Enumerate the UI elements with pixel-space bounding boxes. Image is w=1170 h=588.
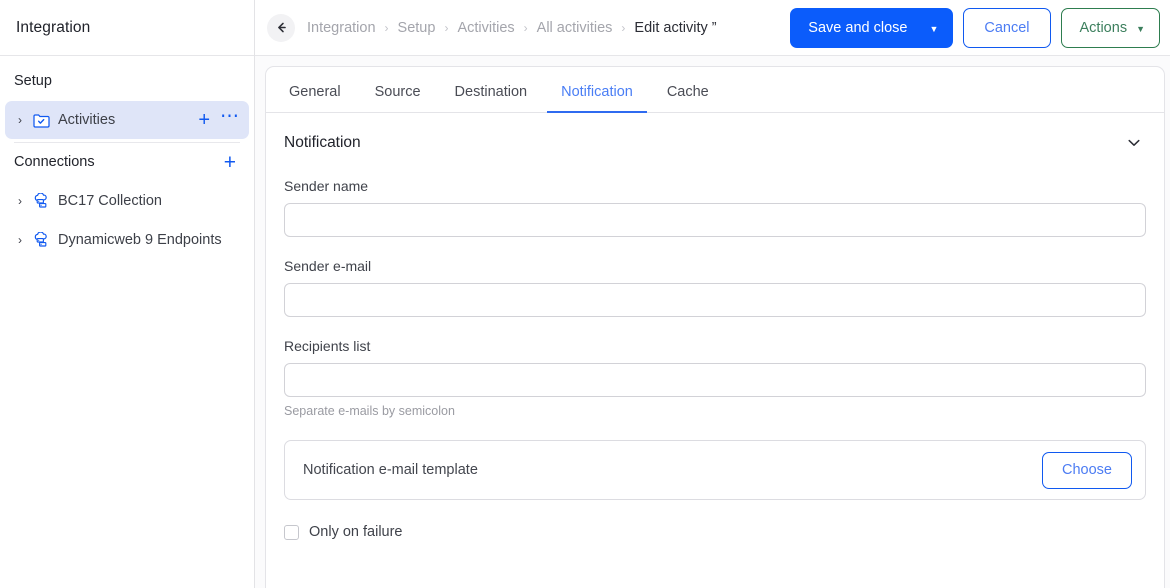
page-title: Notification [284, 134, 361, 151]
tab-general[interactable]: General [275, 84, 355, 113]
sidebar: Integration Setup › Activities + ⋯ Conne… [0, 0, 255, 588]
chevron-right-icon[interactable]: › [11, 195, 29, 207]
sender-name-label: Sender name [284, 178, 369, 194]
tab-bar: General Source Destination Notification … [266, 67, 1164, 113]
breadcrumb-item-all-activities[interactable]: All activities [537, 20, 613, 36]
actions-label: Actions [1079, 19, 1128, 36]
sidebar-section-connections: Connections + [0, 143, 254, 181]
sidebar-section-setup-label: Setup [14, 73, 52, 89]
breadcrumb-separator-icon: › [621, 20, 626, 35]
notification-template-picker: Notification e-mail template Choose [284, 440, 1146, 500]
sidebar-title: Integration [16, 18, 91, 36]
sidebar-section-connections-label: Connections [14, 154, 95, 170]
app-root: Integration Setup › Activities + ⋯ Conne… [0, 0, 1170, 588]
sidebar-item-bc17-collection-label: BC17 Collection [58, 193, 162, 209]
choose-template-button[interactable]: Choose [1042, 451, 1132, 489]
chevron-down-icon[interactable]: ▼ [907, 24, 953, 34]
save-and-close-button[interactable]: Save and close ▼ [790, 7, 954, 48]
activities-ellipsis-icon[interactable]: ⋯ [220, 107, 240, 126]
breadcrumb-separator-icon: › [384, 20, 389, 35]
top-toolbar: Integration › Setup › Activities › All a… [255, 0, 1170, 56]
save-and-close-label: Save and close [808, 19, 908, 36]
chevron-right-icon[interactable]: › [11, 234, 29, 246]
cancel-button[interactable]: Cancel [963, 7, 1051, 48]
tab-source[interactable]: Source [361, 84, 435, 113]
recipients-list-help: Separate e-mails by semicolon [284, 404, 455, 418]
sidebar-item-activities-label: Activities [58, 112, 116, 128]
notification-panel-header: Notification [284, 133, 1146, 157]
sidebar-item-dynamicweb-9-endpoints[interactable]: › Dynamicweb 9 Endpoints [5, 221, 249, 259]
recipients-list-label: Recipients list [284, 338, 371, 354]
notification-template-label: Notification e-mail template [303, 462, 478, 478]
chevron-down-icon: ▼ [1136, 23, 1145, 34]
back-button[interactable] [267, 13, 295, 42]
sidebar-section-setup: Setup [0, 62, 254, 100]
cloud-server-icon [29, 193, 53, 209]
actions-button[interactable]: Actions ▼ [1060, 7, 1160, 48]
breadcrumb-separator-icon: › [523, 20, 528, 35]
recipients-list-input[interactable] [284, 363, 1146, 397]
arrow-left-icon [277, 22, 286, 33]
breadcrumb-item-setup[interactable]: Setup [398, 20, 436, 36]
breadcrumb-separator-icon: › [444, 20, 449, 35]
field-recipients-list: Recipients list Separate e-mails by semi… [284, 338, 1146, 418]
editor-card: General Source Destination Notification … [265, 66, 1165, 588]
breadcrumb-item-edit-activity: Edit activity ” [634, 19, 717, 36]
only-on-failure-checkbox[interactable] [284, 524, 299, 540]
folder-check-icon [29, 113, 53, 128]
add-activity-icon[interactable]: + [198, 110, 210, 130]
sidebar-body: Setup › Activities + ⋯ Connections + › B… [0, 56, 254, 260]
cloud-server-icon [29, 232, 53, 248]
sidebar-item-dynamicweb-9-endpoints-label: Dynamicweb 9 Endpoints [58, 232, 222, 248]
sender-email-label: Sender e-mail [284, 258, 372, 274]
tab-destination[interactable]: Destination [441, 84, 542, 113]
field-sender-email: Sender e-mail [284, 258, 1146, 317]
notification-panel: Notification Sender name Sender e-mail R… [266, 113, 1164, 588]
main-area: Integration › Setup › Activities › All a… [255, 0, 1170, 588]
toolbar-buttons: Save and close ▼ Cancel Actions ▼ [790, 7, 1160, 48]
tab-cache[interactable]: Cache [653, 84, 723, 113]
breadcrumb: Integration › Setup › Activities › All a… [307, 20, 790, 36]
chevron-right-icon[interactable]: › [11, 114, 29, 126]
sidebar-item-activities[interactable]: › Activities + ⋯ [5, 101, 249, 139]
breadcrumb-item-activities[interactable]: Activities [457, 20, 514, 36]
content-wrapper: General Source Destination Notification … [255, 56, 1170, 588]
sidebar-item-activities-actions: + ⋯ [198, 107, 240, 131]
field-sender-name: Sender name [284, 178, 1146, 237]
chevron-down-icon[interactable] [1122, 133, 1146, 153]
only-on-failure-checkbox-row[interactable]: Only on failure [284, 524, 1146, 540]
only-on-failure-label: Only on failure [309, 524, 403, 540]
add-connection-icon[interactable]: + [220, 152, 240, 173]
tab-notification[interactable]: Notification [547, 84, 647, 113]
sender-name-input[interactable] [284, 203, 1146, 237]
sidebar-item-bc17-collection[interactable]: › BC17 Collection [5, 182, 249, 220]
breadcrumb-item-integration[interactable]: Integration [307, 20, 376, 36]
sender-email-input[interactable] [284, 283, 1146, 317]
sidebar-header: Integration [0, 0, 254, 56]
